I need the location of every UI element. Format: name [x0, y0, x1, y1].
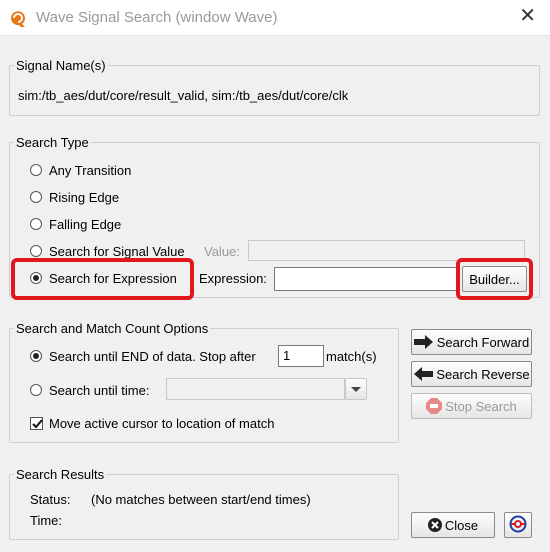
signal-names-value: sim:/tb_aes/dut/core/result_valid, sim:/…	[18, 88, 349, 103]
search-options-legend: Search and Match Count Options	[16, 321, 209, 336]
search-reverse-button[interactable]: Search Reverse	[411, 361, 532, 387]
signal-names-group: Signal Name(s)	[9, 58, 540, 116]
rising-edge-label[interactable]: Rising Edge	[49, 190, 119, 205]
chevron-down-icon	[350, 382, 362, 397]
expression-option-label[interactable]: Search for Expression	[49, 271, 177, 286]
match-suffix-label: match(s)	[326, 349, 377, 364]
radio-falling-edge[interactable]	[30, 218, 42, 230]
status-label: Status:	[30, 492, 71, 507]
radio-signal-value[interactable]	[30, 245, 42, 257]
checkmark-icon	[32, 419, 43, 429]
move-cursor-label[interactable]: Move active cursor to location of match	[49, 416, 274, 431]
match-count-input[interactable]: 1	[278, 345, 324, 367]
expression-input[interactable]	[274, 267, 458, 291]
radio-rising-edge[interactable]	[30, 191, 42, 203]
stop-search-button[interactable]: Stop Search	[411, 393, 532, 419]
radio-until-time[interactable]	[30, 384, 42, 396]
close-label: Close	[444, 517, 479, 533]
any-transition-label[interactable]: Any Transition	[49, 163, 131, 178]
close-button[interactable]: Close	[411, 512, 495, 538]
signal-value-label[interactable]: Search for Signal Value	[49, 244, 185, 259]
help-button[interactable]	[504, 512, 532, 538]
expression-label: Expression:	[199, 271, 267, 286]
value-input[interactable]	[248, 240, 525, 261]
search-type-legend: Search Type	[16, 135, 89, 150]
radio-any-transition[interactable]	[30, 164, 42, 176]
close-window-icon[interactable]: ✕	[519, 6, 536, 26]
builder-button[interactable]: Builder...	[462, 266, 527, 292]
arrow-left-icon	[413, 367, 434, 381]
signal-names-legend: Signal Name(s)	[16, 58, 106, 73]
search-forward-label: Search Forward	[436, 334, 530, 350]
time-input[interactable]	[166, 378, 345, 400]
status-value: (No matches between start/end times)	[91, 492, 311, 507]
window-title: Wave Signal Search (window Wave)	[36, 9, 278, 26]
arrow-right-icon	[413, 335, 434, 349]
search-forward-button[interactable]: Search Forward	[411, 329, 532, 355]
time-dropdown-button[interactable]	[345, 378, 367, 400]
time-label: Time:	[30, 513, 63, 528]
until-end-label[interactable]: Search until END of data. Stop after	[49, 349, 256, 364]
falling-edge-label[interactable]: Falling Edge	[49, 217, 121, 232]
until-time-label[interactable]: Search until time:	[49, 383, 149, 398]
search-reverse-label: Search Reverse	[436, 366, 530, 382]
help-icon	[509, 515, 527, 536]
search-results-legend: Search Results	[16, 467, 105, 482]
radio-expression[interactable]	[30, 272, 42, 284]
close-circle-icon	[427, 518, 442, 532]
move-cursor-checkbox[interactable]	[30, 417, 43, 430]
stop-icon	[426, 398, 443, 414]
value-label: Value:	[204, 244, 240, 259]
app-logo-icon	[8, 8, 28, 28]
title-bar: Wave Signal Search (window Wave) ✕	[0, 0, 550, 36]
radio-until-end[interactable]	[30, 350, 42, 362]
stop-search-label: Stop Search	[445, 398, 517, 414]
